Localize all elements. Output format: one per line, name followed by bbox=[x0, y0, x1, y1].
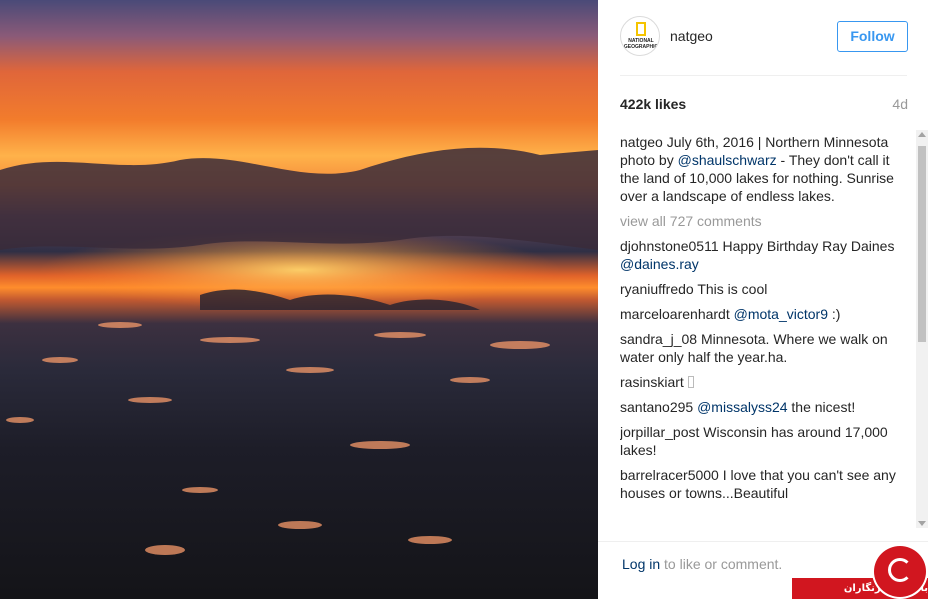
login-prompt: Log in to like or comment. bbox=[622, 556, 782, 572]
post-photo[interactable] bbox=[0, 0, 598, 599]
caption-username[interactable]: natgeo bbox=[620, 134, 663, 150]
comment-mention[interactable]: @mota_victor9 bbox=[734, 306, 828, 322]
caption: natgeo July 6th, 2016 | Northern Minneso… bbox=[620, 133, 905, 205]
likes-row: 422k likes 4d bbox=[620, 96, 908, 116]
missing-glyph-icon bbox=[687, 376, 694, 388]
comment-username[interactable]: ryaniuffredo bbox=[620, 281, 694, 297]
follow-button[interactable]: Follow bbox=[837, 21, 908, 52]
caption-mention[interactable]: @shaulschwarz bbox=[678, 152, 777, 168]
login-prompt-text: to like or comment. bbox=[660, 556, 783, 572]
comment-mention[interactable]: @missalyss24 bbox=[697, 399, 787, 415]
comment-text: This is cool bbox=[693, 281, 768, 297]
comment-username[interactable]: marceloarenhardt bbox=[620, 306, 730, 322]
comment-item: marceloarenhardt @mota_victor9 :) bbox=[620, 305, 905, 323]
scroll-up-arrow-icon[interactable] bbox=[918, 132, 926, 137]
comment-text-after: :) bbox=[827, 306, 841, 322]
post-age[interactable]: 4d bbox=[892, 96, 908, 112]
author-username[interactable]: natgeo bbox=[670, 28, 713, 44]
comment-username[interactable]: santano295 bbox=[620, 399, 693, 415]
comment-item: rasinskiart bbox=[620, 373, 905, 391]
comment-username[interactable]: rasinskiart bbox=[620, 374, 684, 390]
comment-item: ryaniuffredo This is cool bbox=[620, 280, 905, 298]
scroll-down-arrow-icon[interactable] bbox=[918, 521, 926, 526]
comment-text: Happy Birthday Ray Daines bbox=[718, 238, 895, 254]
comment-item: djohnstone0511 Happy Birthday Ray Daines… bbox=[620, 237, 905, 273]
comment-username[interactable]: jorpillar_post bbox=[620, 424, 699, 440]
scroll-thumb[interactable] bbox=[918, 146, 926, 342]
comment-username[interactable]: sandra_j_08 bbox=[620, 331, 697, 347]
comment-item: barrelracer5000 I love that you can't se… bbox=[620, 466, 905, 502]
comment-item: santano295 @missalyss24 the nicest! bbox=[620, 398, 905, 416]
avatar[interactable]: NATIONAL GEOGRAPHIC bbox=[620, 16, 660, 56]
view-all-comments-link[interactable]: view all 727 comments bbox=[620, 212, 905, 230]
post-header: NATIONAL GEOGRAPHIC natgeo Follow bbox=[620, 16, 908, 76]
likes-count[interactable]: 422k likes bbox=[620, 96, 686, 112]
avatar-logo-text: NATIONAL GEOGRAPHIC bbox=[623, 38, 659, 50]
comment-username[interactable]: djohnstone0511 bbox=[620, 238, 719, 254]
comments-list: natgeo July 6th, 2016 | Northern Minneso… bbox=[620, 133, 905, 528]
natgeo-logo-icon bbox=[636, 22, 646, 36]
watermark-glyph-icon bbox=[888, 558, 912, 582]
comment-username[interactable]: barrelracer5000 bbox=[620, 467, 719, 483]
comment-text-after: the nicest! bbox=[787, 399, 856, 415]
photo-artwork bbox=[0, 147, 598, 555]
comment-item: jorpillar_post Wisconsin has around 17,0… bbox=[620, 423, 905, 459]
comment-item: sandra_j_08 Minnesota. Where we walk on … bbox=[620, 330, 905, 366]
comments-scrollbar[interactable] bbox=[916, 130, 928, 528]
watermark-logo-icon bbox=[872, 544, 928, 599]
comment-mention[interactable]: @daines.ray bbox=[620, 256, 699, 272]
login-link[interactable]: Log in bbox=[622, 556, 660, 572]
